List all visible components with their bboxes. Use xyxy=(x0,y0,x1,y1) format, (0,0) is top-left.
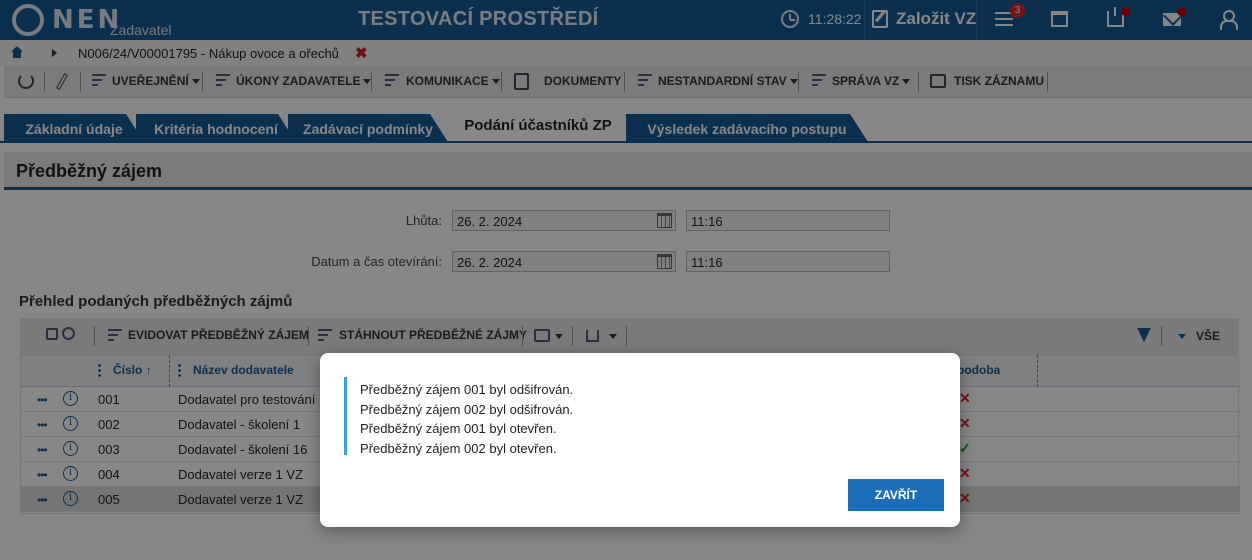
message-list: Předběžný zájem 001 byl odšifrován. Před… xyxy=(344,377,904,456)
message-line: Předběžný zájem 001 byl odšifrován. xyxy=(360,382,574,397)
close-button[interactable]: ZAVŘÍT xyxy=(848,479,944,511)
message-line: Předběžný zájem 002 byl otevřen. xyxy=(360,440,557,456)
notification-dialog: Předběžný zájem 001 byl odšifrován. Před… xyxy=(320,353,960,527)
message-line: Předběžný zájem 002 byl odšifrován. xyxy=(360,401,574,417)
message-line: Předběžný zájem 001 byl otevřen. xyxy=(360,421,557,436)
